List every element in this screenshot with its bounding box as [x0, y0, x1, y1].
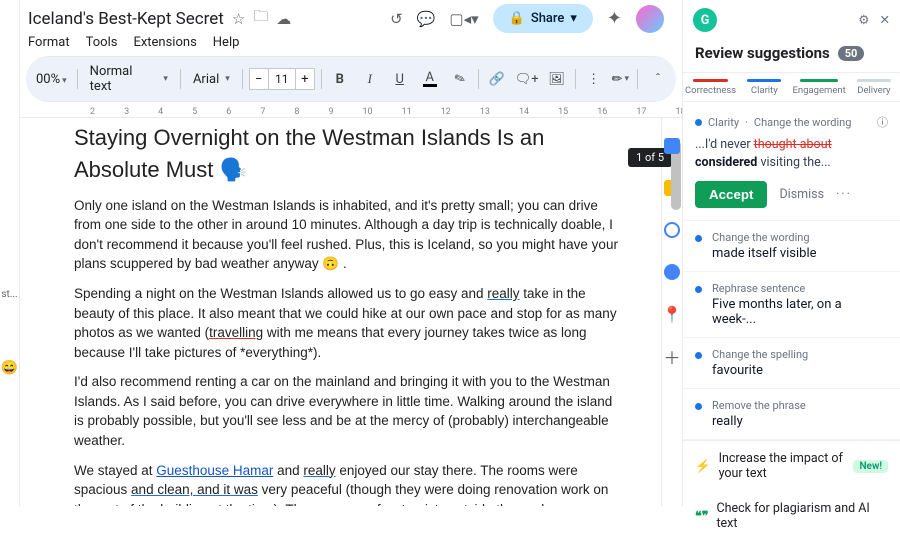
insert-image-button[interactable]: 🖼	[545, 67, 569, 91]
quotes-icon: ❝❞	[695, 508, 708, 524]
speaking-head-emoji: 🗣️	[220, 157, 247, 182]
grammarly-panel: G ⚙ ✕ Review suggestions 50 Correctness …	[682, 0, 900, 506]
close-icon[interactable]: ✕	[880, 12, 890, 28]
fragment-emoji: 😄	[1, 360, 18, 376]
dismiss-button[interactable]: Dismiss	[779, 187, 824, 202]
tab-clarity[interactable]: Clarity	[738, 73, 790, 101]
grammarly-tabs: Correctness Clarity Engagement Delivery	[683, 72, 900, 102]
body-paragraph: Spending a night on the Westman Islands …	[74, 284, 621, 362]
tab-engagement[interactable]: Engagement	[790, 73, 847, 101]
underline-button[interactable]: U	[388, 67, 412, 91]
insert-link-button[interactable]: 🔗	[485, 67, 509, 91]
google-docs-main: Iceland's Best-Kept Secret ☆ 🗀 ☁ ↺ 💬 ▢◂▾…	[20, 0, 682, 506]
suggestion-card[interactable]: Remove the phrasereally	[683, 389, 900, 440]
category-dot-icon	[695, 235, 702, 242]
move-icon[interactable]: 🗀	[253, 6, 268, 31]
grammarly-header: G ⚙ ✕	[683, 0, 900, 40]
share-label: Share	[531, 11, 565, 26]
grammarly-logo-icon[interactable]: G	[693, 8, 717, 32]
ruler[interactable]: 23456789101112131415161718	[20, 102, 682, 118]
font-size-input[interactable]: 11	[269, 68, 295, 90]
suggestion-card[interactable]: Rephrase sentenceFive months later, on a…	[683, 272, 900, 338]
increase-font-button[interactable]: +	[295, 68, 315, 90]
suggestion-card[interactable]: Change the wordingmade itself visible	[683, 221, 900, 272]
editing-mode-select[interactable]: ✏▾	[612, 72, 629, 87]
more-options-button[interactable]: ···	[836, 187, 852, 202]
gemini-icon[interactable]: ✦	[607, 8, 622, 29]
left-fragment-sidebar: st... 😄	[0, 0, 20, 506]
grammarly-mark: really	[303, 463, 335, 478]
calendar-icon[interactable]	[662, 136, 682, 156]
menu-help[interactable]: Help	[213, 35, 240, 50]
title-bar: Iceland's Best-Kept Secret ☆ 🗀 ☁ ↺ 💬 ▢◂▾…	[20, 0, 682, 33]
suggestion-card[interactable]: Change the spellingfavourite	[683, 338, 900, 389]
menu-bar: Format Tools Extensions Help	[20, 33, 682, 56]
new-badge: New!	[853, 460, 888, 473]
grammarly-title: Review suggestions 50	[683, 40, 900, 72]
grammarly-mark: travelling	[209, 325, 263, 340]
grammarly-mark: really	[487, 286, 519, 301]
body-paragraph: I'd also recommend renting a car on the …	[74, 372, 621, 450]
settings-icon[interactable]: ⚙	[858, 12, 869, 28]
document-page[interactable]: Staying Overnight on the Westman Islands…	[74, 122, 621, 506]
history-icon[interactable]: ↺	[390, 10, 403, 28]
scrollbar-track[interactable]	[670, 118, 682, 506]
font-family-select[interactable]: Arial▾	[187, 70, 236, 89]
more-formatting-button[interactable]: ⋮	[582, 67, 606, 91]
suggestion-card-expanded[interactable]: Clarity · Change the wording ⓘ ...I'd ne…	[683, 102, 900, 221]
feature-plagiarism[interactable]: ❝❞ Check for plagiarism and AI text	[683, 491, 900, 541]
section-heading: Staying Overnight on the Westman Islands…	[74, 122, 621, 186]
document-scroll-area: 23456789101112131415161718 Staying Overn…	[20, 102, 682, 506]
bold-button[interactable]: B	[328, 67, 352, 91]
category-dot-icon	[695, 352, 702, 359]
decrease-font-button[interactable]: −	[249, 68, 269, 90]
card-rule: Change the wording	[754, 116, 852, 129]
card-snippet: ...I'd never thought about considered vi…	[695, 136, 888, 171]
tab-correctness[interactable]: Correctness	[683, 73, 738, 101]
category-dot-icon	[695, 119, 702, 126]
italic-button[interactable]: I	[358, 67, 382, 91]
card-category: Clarity	[708, 116, 739, 129]
menu-tools[interactable]: Tools	[86, 35, 118, 50]
lock-icon: 🔒	[509, 11, 525, 26]
text-color-button[interactable]: A	[418, 67, 442, 91]
toolbar: 00%▾ Normal text▾ Arial▾ − 11 + B I U A …	[26, 56, 676, 102]
accept-button[interactable]: Accept	[695, 181, 767, 208]
menu-format[interactable]: Format	[28, 35, 70, 50]
info-icon[interactable]: ⓘ	[877, 114, 888, 130]
body-paragraph: We stayed at Guesthouse Hamar and really…	[74, 461, 621, 506]
bolt-icon: ⚡	[695, 459, 711, 474]
tab-delivery[interactable]: Delivery	[848, 73, 900, 101]
document-title[interactable]: Iceland's Best-Kept Secret	[28, 9, 224, 29]
menu-extensions[interactable]: Extensions	[133, 35, 196, 50]
body-paragraph: Only one island on the Westman Islands i…	[74, 196, 621, 274]
meet-icon[interactable]: ▢◂▾	[449, 10, 478, 28]
category-dot-icon	[695, 286, 702, 293]
grammarly-mark: very	[348, 502, 374, 506]
guesthouse-link[interactable]: Guesthouse Hamar	[156, 463, 273, 478]
feature-impact[interactable]: ⚡ Increase the impact of your text New!	[683, 441, 900, 491]
paragraph-style-select[interactable]: Normal text▾	[84, 62, 174, 96]
category-dot-icon	[695, 403, 702, 410]
star-icon[interactable]: ☆	[232, 10, 245, 28]
share-button[interactable]: 🔒 Share ▾	[493, 4, 593, 33]
highlight-button[interactable]: ✎	[444, 64, 475, 95]
suggestion-count-badge: 50	[838, 46, 865, 61]
add-comment-button[interactable]: 🗨+	[515, 67, 539, 91]
collapse-toolbar-button[interactable]: ˆ	[646, 67, 670, 91]
fragment-text: st...	[1, 289, 17, 300]
zoom-select[interactable]: 00%▾	[32, 72, 71, 87]
comments-icon[interactable]: 💬	[417, 10, 436, 28]
cloud-status-icon[interactable]: ☁	[276, 10, 291, 28]
grammarly-mark: and clean, and it was	[131, 482, 258, 497]
chevron-down-icon: ▾	[570, 11, 577, 26]
account-avatar[interactable]	[636, 5, 664, 33]
